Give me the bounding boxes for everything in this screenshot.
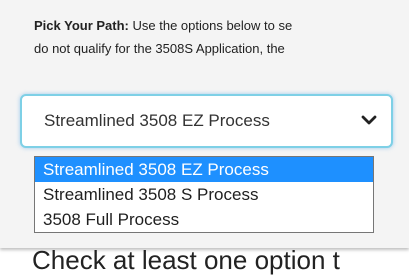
- option-streamlined-ez[interactable]: Streamlined 3508 EZ Process: [35, 157, 373, 182]
- instructions-line-1: Pick Your Path: Use the options below to…: [34, 14, 409, 37]
- chevron-down-icon: [361, 115, 377, 125]
- path-select[interactable]: Streamlined 3508 EZ Process: [20, 94, 393, 148]
- instructions-line-2: do not qualify for the 3508S Application…: [34, 41, 285, 56]
- instructions-text: Pick Your Path: Use the options below to…: [34, 14, 409, 60]
- path-select-value: Streamlined 3508 EZ Process: [44, 111, 270, 130]
- instructions-line-1-text: Use the options below to se: [128, 18, 293, 33]
- option-streamlined-s[interactable]: Streamlined 3508 S Process: [35, 182, 373, 207]
- pick-your-path-label: Pick Your Path:: [34, 18, 129, 33]
- check-option-heading: Check at least one option t: [32, 245, 340, 275]
- path-options-list: Streamlined 3508 EZ Process Streamlined …: [34, 156, 374, 233]
- option-full-process[interactable]: 3508 Full Process: [35, 207, 373, 232]
